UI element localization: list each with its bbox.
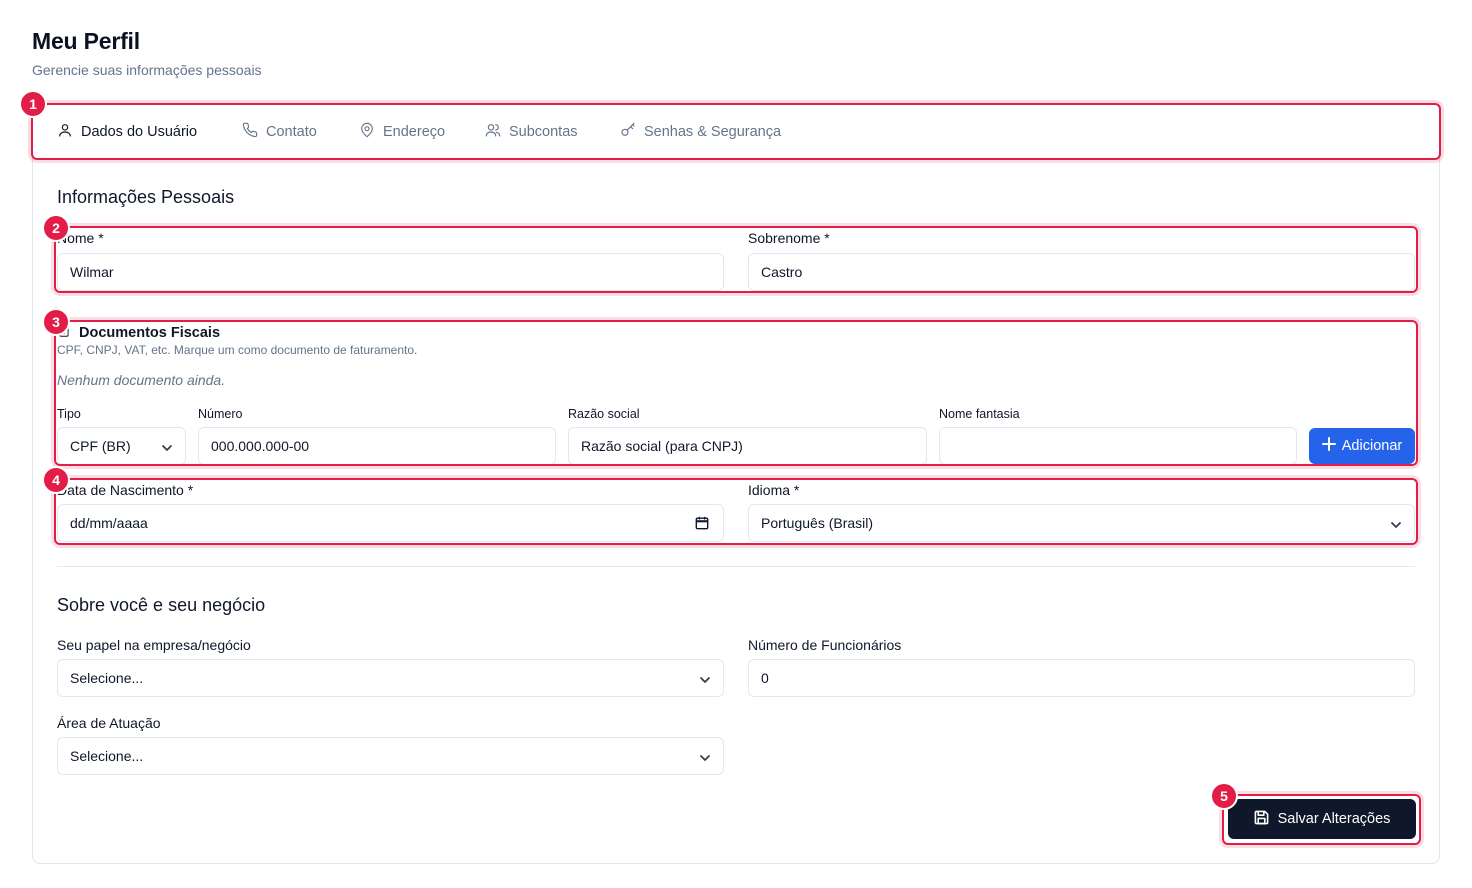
tax-documents-header: Documentos Fiscais bbox=[57, 324, 220, 342]
section-title-personal: Informações Pessoais bbox=[57, 187, 235, 207]
employees-label: Número de Funcionários bbox=[748, 637, 902, 653]
page-title: Meu Perfil bbox=[32, 28, 140, 54]
last-name-label: Sobrenome * bbox=[748, 230, 830, 246]
role-value: Selecione... bbox=[70, 670, 144, 686]
doc-number-label: Número bbox=[198, 407, 243, 421]
user-icon bbox=[57, 122, 73, 142]
save-button-label: Salvar Alterações bbox=[1277, 811, 1391, 827]
trade-name-label: Nome fantasia bbox=[939, 407, 1020, 421]
chevron-down-icon bbox=[699, 751, 711, 763]
last-name-input[interactable]: Castro bbox=[748, 253, 1415, 291]
phone-icon bbox=[242, 122, 258, 142]
trade-name-input[interactable] bbox=[939, 427, 1297, 465]
tab-label: Dados do Usuário bbox=[81, 123, 198, 140]
annotation-badge-1: 1 bbox=[19, 90, 47, 118]
users-icon bbox=[485, 122, 501, 142]
doc-number-input[interactable]: 000.000.000-00 bbox=[198, 427, 556, 465]
company-name-input[interactable]: Razão social (para CNPJ) bbox=[568, 427, 927, 465]
role-select[interactable]: Selecione... bbox=[57, 659, 724, 697]
doc-type-value: CPF (BR) bbox=[70, 438, 131, 454]
language-label: Idioma * bbox=[748, 482, 800, 498]
tab-user-data[interactable]: Dados do Usuário bbox=[57, 104, 206, 160]
tab-security[interactable]: Senhas & Segurança bbox=[620, 104, 781, 159]
doc-type-select[interactable]: CPF (BR) bbox=[57, 427, 186, 465]
chevron-down-icon bbox=[1390, 518, 1402, 530]
tax-documents-hint: CPF, CNPJ, VAT, etc. Marque um como docu… bbox=[57, 343, 418, 357]
birth-date-label: Data de Nascimento * bbox=[57, 482, 194, 498]
save-icon bbox=[1254, 810, 1269, 829]
annotation-badge-5: 5 bbox=[1210, 782, 1238, 810]
plus-icon bbox=[1321, 437, 1336, 455]
employees-input[interactable]: 0 bbox=[748, 659, 1415, 697]
map-pin-icon bbox=[359, 122, 375, 142]
save-button[interactable]: Salvar Alterações bbox=[1228, 799, 1416, 839]
annotation-badge-2: 2 bbox=[42, 214, 70, 242]
birth-date-placeholder: dd/mm/aaaa bbox=[70, 515, 148, 531]
role-label: Seu papel na empresa/negócio bbox=[57, 637, 251, 653]
tab-bar: Dados do Usuário Contato Endereço Subcon… bbox=[33, 104, 1439, 160]
chevron-down-icon bbox=[699, 673, 711, 685]
section-divider bbox=[57, 566, 1415, 567]
add-document-button[interactable]: Adicionar bbox=[1309, 428, 1415, 464]
annotation-badge-4: 4 bbox=[42, 466, 70, 494]
area-value: Selecione... bbox=[70, 748, 144, 764]
language-value: Português (Brasil) bbox=[761, 515, 874, 531]
calendar-icon[interactable] bbox=[695, 516, 709, 530]
tab-label: Senhas & Segurança bbox=[644, 123, 782, 140]
tab-label: Subcontas bbox=[509, 123, 578, 140]
tab-contact[interactable]: Contato bbox=[242, 104, 317, 159]
area-select[interactable]: Selecione... bbox=[57, 737, 724, 775]
birth-date-input[interactable]: dd/mm/aaaa bbox=[57, 504, 724, 542]
tax-documents-title: Documentos Fiscais bbox=[79, 325, 221, 341]
tab-label: Endereço bbox=[383, 123, 446, 140]
first-name-input[interactable]: Wilmar bbox=[57, 253, 724, 291]
doc-type-label: Tipo bbox=[57, 407, 81, 421]
add-document-label: Adicionar bbox=[1341, 438, 1403, 454]
area-label: Área de Atuação bbox=[57, 715, 161, 731]
key-icon bbox=[620, 122, 636, 142]
tab-subaccounts[interactable]: Subcontas bbox=[485, 104, 578, 159]
tab-label: Contato bbox=[266, 123, 317, 140]
language-select[interactable]: Português (Brasil) bbox=[748, 504, 1415, 542]
page-subtitle: Gerencie suas informações pessoais bbox=[32, 62, 262, 78]
tab-address[interactable]: Endereço bbox=[359, 104, 445, 159]
company-name-label: Razão social bbox=[568, 407, 640, 421]
section-title-business: Sobre você e seu negócio bbox=[57, 595, 266, 615]
tax-documents-empty: Nenhum documento ainda. bbox=[57, 372, 226, 388]
chevron-down-icon bbox=[161, 441, 173, 453]
annotation-badge-3: 3 bbox=[42, 308, 70, 336]
